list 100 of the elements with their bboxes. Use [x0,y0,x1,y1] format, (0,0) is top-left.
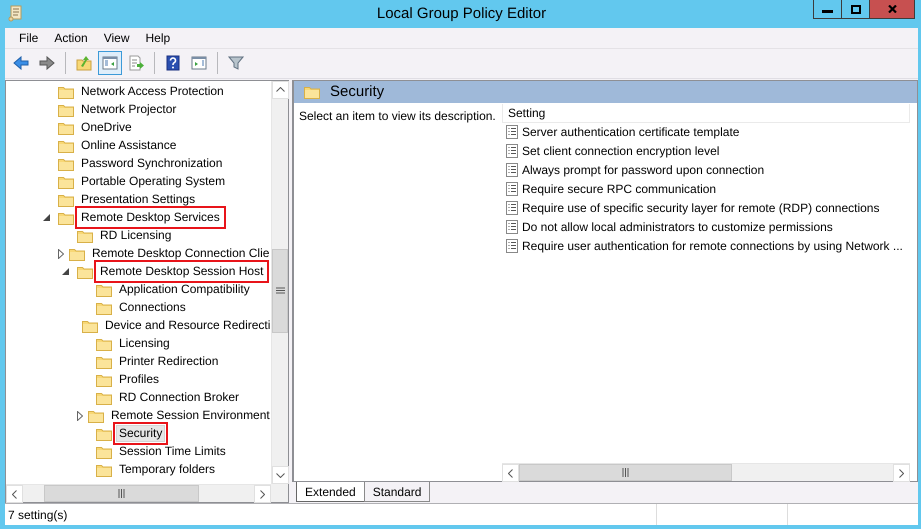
scrollbar-thumb[interactable] [519,464,732,482]
folder-icon [58,102,74,117]
grip-icon [276,287,284,294]
folder-icon [304,84,320,99]
folder-icon [58,138,74,153]
tree-button[interactable] [98,51,122,76]
grip-icon [118,489,125,498]
setting-item[interactable]: Require user authentication for remote connections by using Network ... [522,239,903,254]
folder-icon [96,300,112,315]
tree-item[interactable]: Session Time Limits [116,443,229,460]
tree-item[interactable]: Application Compatibility [116,281,253,298]
policy-document-icon [506,239,518,254]
menu-item[interactable]: File [11,30,46,45]
scroll-icon [8,4,24,22]
scrollbar-thumb[interactable] [44,485,199,502]
setting-item[interactable]: Require use of specific security layer for remote (RDP) connections [522,201,880,216]
setting-item[interactable]: Always prompt for password upon connection [522,163,764,178]
status-text: 7 setting(s) [7,508,68,522]
left-chevron-icon [12,490,17,499]
folder-icon [77,264,93,279]
folder-icon [82,318,98,333]
tree-item[interactable]: Presentation Settings [78,191,198,208]
grip-icon [622,468,629,478]
folder-icon [96,462,112,477]
tree-item[interactable]: Remote Session Environment [108,407,271,424]
close-icon [888,5,896,13]
setting-item[interactable]: Require secure RPC communication [522,182,716,196]
folder-icon [58,120,74,135]
scroll-right-button[interactable] [893,464,910,482]
tree-item[interactable]: Licensing [116,335,173,352]
help-icon [165,55,181,72]
window-title: Local Group Policy Editor [376,5,546,22]
policy-document-icon [506,163,518,178]
back-arrow-icon [13,55,29,72]
folder-icon [69,246,85,261]
tree-item[interactable]: Password Synchronization [78,155,226,172]
left-chevron-icon [508,468,513,478]
scroll-right-button[interactable] [254,485,271,504]
right-chevron-icon [899,468,904,478]
tree-item[interactable]: Device and Resource Redirecti [102,317,271,334]
forward-arrow-icon [39,55,55,72]
policy-document-icon [506,220,518,234]
folder-icon [96,336,112,351]
tree-item[interactable]: Connections [116,299,189,316]
policy-document-icon [506,182,518,196]
setting-item[interactable]: Set client connection encryption level [522,144,720,158]
down-chevron-icon [276,472,285,478]
right-chevron-icon [260,490,265,499]
folder-icon [96,372,112,387]
column-header[interactable]: Setting [502,104,910,123]
policy-document-icon [506,125,518,140]
folder-icon [58,174,74,189]
tree-item[interactable]: RD Licensing [97,227,174,244]
tree-item[interactable]: OneDrive [78,119,135,136]
policy-document-icon [506,144,518,158]
scroll-left-button[interactable] [502,464,519,482]
tree-item[interactable]: Network Projector [78,101,180,118]
tree-item[interactable]: Profiles [116,371,162,388]
setting-item[interactable]: Server authentication certificate template [522,125,740,140]
tree-item[interactable]: RD Connection Broker [116,389,242,406]
scroll-up-button[interactable] [272,80,289,99]
folder-icon [58,210,74,225]
close-button[interactable] [869,0,915,19]
view-tab[interactable]: Standard [364,482,430,502]
description-text: Select an item to view its description. [298,108,497,125]
filter-icon [228,55,244,72]
scrollbar-thumb[interactable] [272,248,288,333]
folder-icon [77,228,93,243]
tree-item[interactable]: Network Access Protection [78,83,227,100]
tree-item[interactable]: Temporary folders [116,461,218,478]
folder-icon [96,444,112,459]
minimize-button[interactable] [813,0,842,19]
tree-item[interactable]: Security [116,425,166,442]
folder-icon [96,426,112,441]
tree-item[interactable]: Online Assistance [78,137,180,154]
folder-icon [96,282,112,297]
view-tab[interactable]: Extended [296,482,365,502]
tree-item[interactable]: Printer Redirection [116,353,222,370]
tree-item[interactable]: Remote Desktop Connection Clie [89,245,271,262]
folder-icon [96,390,112,405]
folder-icon [58,156,74,171]
pane-title: Security [330,83,384,100]
tree-pane-icon [102,55,118,72]
up-chevron-icon [276,87,285,92]
export-list-icon [128,55,144,72]
tree-item[interactable]: Remote Desktop Session Host [97,263,266,280]
folder-icon [88,408,104,423]
scroll-down-button[interactable] [272,466,289,484]
folder-icon [58,84,74,99]
tree-item[interactable]: Portable Operating System [78,173,228,190]
action-pane-icon [191,55,207,72]
menu-item[interactable]: View [96,30,138,45]
folder-icon [96,354,112,369]
menu-item[interactable]: Help [138,30,178,45]
policy-document-icon [506,201,518,216]
setting-item[interactable]: Do not allow local administrators to customize permissions [522,220,833,234]
folder-icon [58,192,74,207]
tree-item[interactable]: Remote Desktop Services [78,209,223,226]
menu-item[interactable]: Action [46,30,96,45]
scroll-left-button[interactable] [6,485,23,504]
